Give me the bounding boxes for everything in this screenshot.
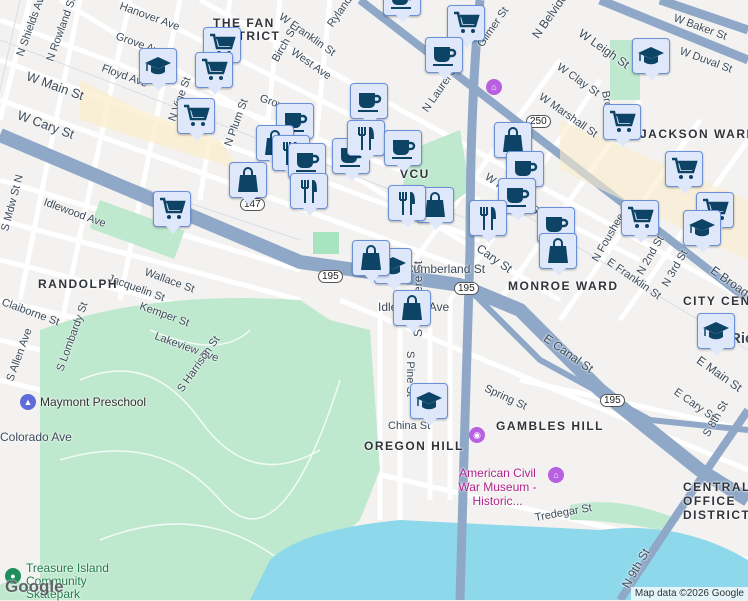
map-marker-cart[interactable] bbox=[177, 98, 215, 141]
map-marker-cart[interactable] bbox=[603, 104, 641, 147]
map-marker-cart[interactable] bbox=[621, 200, 659, 243]
map-marker-bag[interactable] bbox=[229, 162, 267, 205]
map-marker-grad[interactable] bbox=[697, 313, 735, 356]
map-attribution[interactable]: Map data ©2026 Google bbox=[630, 587, 748, 600]
grad-icon bbox=[703, 322, 729, 340]
food-icon bbox=[301, 180, 317, 203]
route-shield: 195 bbox=[600, 394, 625, 407]
cart-icon bbox=[672, 157, 698, 179]
bag-icon bbox=[361, 245, 381, 270]
map-marker-grad[interactable] bbox=[139, 48, 177, 91]
neighborhood-label: OREGON HILL bbox=[364, 439, 464, 453]
cart-icon bbox=[184, 104, 210, 126]
school-poi-icon[interactable]: ▲ bbox=[20, 394, 36, 410]
map-marker-food[interactable] bbox=[388, 185, 426, 228]
neighborhood-label: CENTRAL OFFICE DISTRICT bbox=[683, 480, 748, 522]
map-marker-cart[interactable] bbox=[195, 52, 233, 95]
food-icon bbox=[358, 127, 374, 150]
map-marker-food[interactable] bbox=[469, 200, 507, 243]
neighborhood-label: CITY CENTER bbox=[683, 294, 748, 308]
neighborhood-label: JACKSON WARD bbox=[640, 127, 748, 141]
bag-icon bbox=[402, 295, 422, 320]
bag-icon bbox=[238, 167, 258, 192]
grad-icon bbox=[145, 57, 171, 75]
map-marker-cart[interactable] bbox=[153, 191, 191, 234]
map-marker-grad[interactable] bbox=[632, 38, 670, 81]
neighborhood-label: GAMBLES HILL bbox=[496, 419, 604, 433]
food-icon bbox=[480, 207, 496, 230]
cart-icon bbox=[202, 58, 228, 80]
street-label: Colorado Ave bbox=[0, 430, 72, 444]
cart-icon bbox=[628, 206, 654, 228]
map-marker-coffee[interactable] bbox=[383, 0, 421, 23]
neighborhood-label: RANDOLPH bbox=[38, 277, 118, 291]
neighborhood-label: MONROE WARD bbox=[508, 279, 619, 293]
map-marker-coffee[interactable] bbox=[425, 37, 463, 80]
map-marker-coffee[interactable] bbox=[350, 83, 388, 126]
camera-poi-icon[interactable]: ◉ bbox=[469, 427, 485, 443]
grad-icon bbox=[689, 219, 715, 237]
coffee-icon bbox=[506, 188, 530, 207]
map-marker-food[interactable] bbox=[347, 120, 385, 163]
poi-label[interactable]: Maymont Preschool bbox=[40, 395, 146, 409]
cart-icon bbox=[160, 197, 186, 219]
map-marker-food[interactable] bbox=[290, 173, 328, 216]
museum-poi-icon[interactable]: ⌂ bbox=[548, 467, 564, 483]
poi-label[interactable]: American Civil War Museum - Historic... bbox=[450, 466, 545, 508]
bag-icon bbox=[548, 238, 568, 263]
map-marker-cart[interactable] bbox=[665, 151, 703, 194]
map-marker-coffee[interactable] bbox=[384, 130, 422, 173]
museum-poi-icon[interactable]: ⌂ bbox=[486, 79, 502, 95]
map-marker-grad[interactable] bbox=[683, 210, 721, 253]
google-logo: Google bbox=[5, 577, 64, 596]
coffee-icon bbox=[296, 153, 320, 172]
route-shield: 195 bbox=[454, 282, 479, 295]
coffee-icon bbox=[391, 0, 412, 9]
cart-icon bbox=[454, 11, 480, 33]
map-marker-bag[interactable] bbox=[393, 290, 431, 333]
map-marker-grad[interactable] bbox=[410, 383, 448, 426]
map-marker-bag[interactable] bbox=[352, 240, 390, 283]
grad-icon bbox=[638, 47, 664, 65]
coffee-icon bbox=[433, 47, 457, 66]
map-marker-cart[interactable] bbox=[447, 5, 485, 48]
coffee-icon bbox=[358, 93, 382, 112]
street-label: Cumberland St bbox=[405, 262, 486, 276]
route-shield: 195 bbox=[318, 270, 343, 283]
grad-icon bbox=[416, 392, 442, 410]
bag-icon bbox=[503, 127, 523, 152]
map-marker-bag[interactable] bbox=[539, 233, 577, 276]
food-icon bbox=[399, 192, 415, 215]
coffee-icon bbox=[392, 140, 416, 159]
cart-icon bbox=[610, 110, 636, 132]
